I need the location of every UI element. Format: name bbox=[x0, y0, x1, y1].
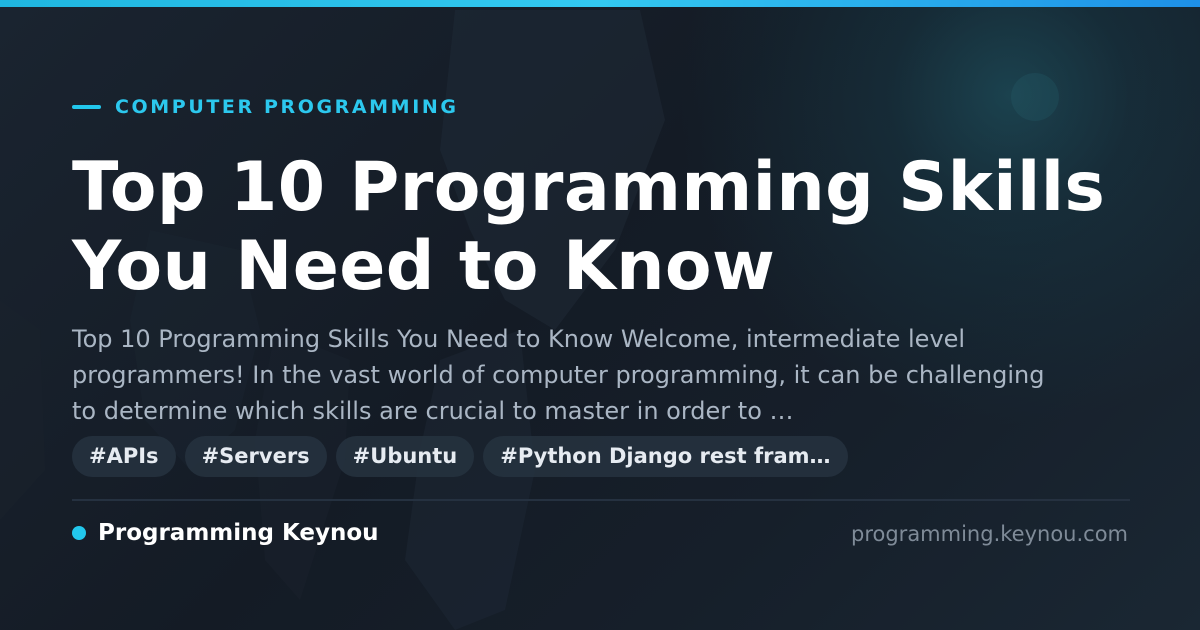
article-description: Top 10 Programming Skills You Need to Kn… bbox=[72, 325, 1045, 425]
tag-python-django-rest-framework[interactable]: #Python Django rest fram… bbox=[483, 436, 848, 477]
brand-dot-icon bbox=[72, 526, 86, 540]
footer-divider bbox=[72, 499, 1130, 501]
category-dash bbox=[72, 105, 101, 109]
page-title: Top 10 Programming Skills You Need to Kn… bbox=[72, 148, 1106, 306]
tag-ubuntu[interactable]: #Ubuntu bbox=[335, 436, 475, 477]
og-card: COMPUTER PROGRAMMING Top 10 Programming … bbox=[0, 0, 1200, 630]
tag-servers[interactable]: #Servers bbox=[184, 436, 327, 477]
tag-apis[interactable]: #APIs bbox=[72, 436, 176, 477]
category-header: COMPUTER PROGRAMMING bbox=[72, 95, 459, 119]
tag-list: #APIs #Servers #Ubuntu #Python Django re… bbox=[72, 436, 848, 477]
site-url-link[interactable]: programming.keynou.com bbox=[851, 520, 1128, 548]
brand-name: Programming Keynou bbox=[98, 520, 379, 546]
category-label: COMPUTER PROGRAMMING bbox=[115, 96, 459, 118]
brand[interactable]: Programming Keynou bbox=[72, 519, 379, 547]
